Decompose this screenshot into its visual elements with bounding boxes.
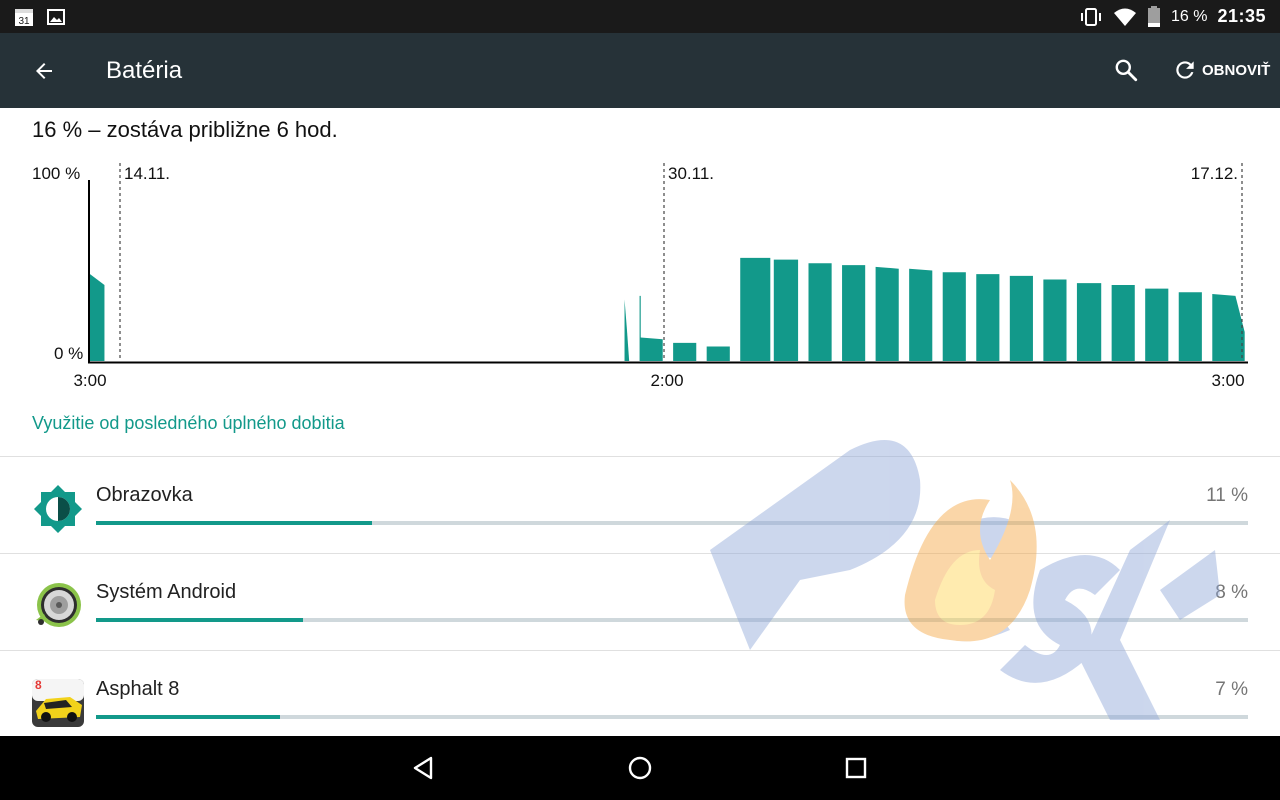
y-tick-label: 0 %: [54, 344, 83, 363]
home-circle-icon: [628, 756, 652, 780]
battery-level-area: [1009, 275, 1033, 361]
nav-home-button[interactable]: [620, 748, 660, 788]
screen-brightness-icon: [34, 485, 82, 533]
navigation-bar: [0, 736, 1280, 800]
battery-level-area: [1111, 284, 1135, 361]
battery-icon: [1147, 5, 1160, 27]
battery-level-area: [773, 259, 799, 361]
refresh-button[interactable]: OBNOVIŤ: [1172, 53, 1270, 87]
nav-recents-button[interactable]: [836, 748, 876, 788]
battery-summary: 16 % – zostáva približne 6 hod.: [32, 117, 338, 142]
battery-level-area: [740, 257, 771, 361]
app-name: Asphalt 8: [96, 678, 180, 700]
app-usage-percent: 11 %: [1206, 485, 1248, 506]
calendar-day: 31: [18, 16, 30, 27]
battery-level-area: [1043, 279, 1067, 361]
usage-list-item[interactable]: 8 Asphalt 8 7 %: [0, 651, 1280, 747]
battery-level-area: [875, 266, 899, 361]
date-label: 30.11.: [668, 164, 714, 183]
battery-level-area: [624, 299, 630, 361]
refresh-label: OBNOVIŤ: [1202, 61, 1271, 79]
battery-level-area: [909, 268, 933, 361]
x-tick-label: 3:00: [73, 371, 106, 390]
recents-square-icon: [845, 757, 867, 779]
x-tick-label: 3:00: [1211, 371, 1244, 390]
arrow-back-icon: [36, 63, 52, 79]
asphalt-8-icon: 8: [32, 678, 84, 727]
battery-level-area: [808, 263, 832, 361]
app-name: Obrazovka: [96, 484, 193, 506]
nav-back-button[interactable]: [404, 748, 444, 788]
battery-level-area: [639, 295, 663, 361]
search-icon: [1115, 59, 1138, 82]
usage-bar-fill: [96, 521, 373, 525]
page-title: Batéria: [106, 57, 183, 84]
refresh-icon: [1176, 61, 1194, 79]
vibrate-icon: [1080, 7, 1101, 26]
battery-level-area: [1145, 288, 1169, 361]
battery-level-area: [673, 342, 697, 361]
date-label: 14.11.: [124, 164, 170, 183]
y-tick-label: 100 %: [32, 164, 80, 183]
svg-text:8: 8: [35, 678, 42, 692]
battery-level-area: [942, 272, 966, 361]
search-button[interactable]: [1110, 54, 1142, 86]
date-label: 17.12.: [1191, 164, 1238, 183]
clock: 21:35: [1217, 6, 1266, 26]
calendar-icon: 31: [15, 9, 33, 27]
wifi-icon: [1113, 8, 1136, 26]
battery-level-area: [1076, 283, 1102, 361]
android-system-icon: [36, 583, 81, 627]
battery-level-area: [1178, 292, 1202, 361]
usage-list-item[interactable]: Systém Android 8 %: [0, 554, 1280, 650]
back-triangle-icon: [413, 756, 433, 780]
battery-level-area: [90, 274, 105, 361]
battery-level-area: [842, 265, 866, 361]
battery-percent-text: 16 %: [1170, 7, 1208, 25]
status-bar: 31 16 % 21:35: [0, 0, 1280, 33]
battery-level-area: [976, 274, 1000, 361]
battery-history-chart: 100 % 0 % 14.11. 30.11. 17.12. 3:00 2:00…: [32, 163, 1248, 390]
app-usage-percent: 8 %: [1215, 582, 1248, 603]
app-toolbar: Batéria OBNOVIŤ: [0, 33, 1280, 108]
battery-level-area: [706, 344, 730, 361]
usage-bar: [96, 521, 1248, 525]
app-name: Systém Android: [96, 581, 237, 603]
usage-bar: [96, 715, 1248, 719]
back-button[interactable]: [28, 55, 60, 87]
usage-bar-fill: [96, 618, 304, 622]
usage-list-item[interactable]: Obrazovka 11 %: [0, 457, 1280, 553]
x-tick-label: 2:00: [650, 371, 683, 390]
usage-bar: [96, 618, 1248, 622]
app-usage-percent: 7 %: [1215, 679, 1248, 700]
battery-level-area: [1212, 294, 1245, 361]
usage-section-header: Využitie od posledného úplného dobitia: [32, 413, 345, 433]
usage-bar-fill: [96, 715, 281, 719]
image-icon: [47, 9, 65, 25]
